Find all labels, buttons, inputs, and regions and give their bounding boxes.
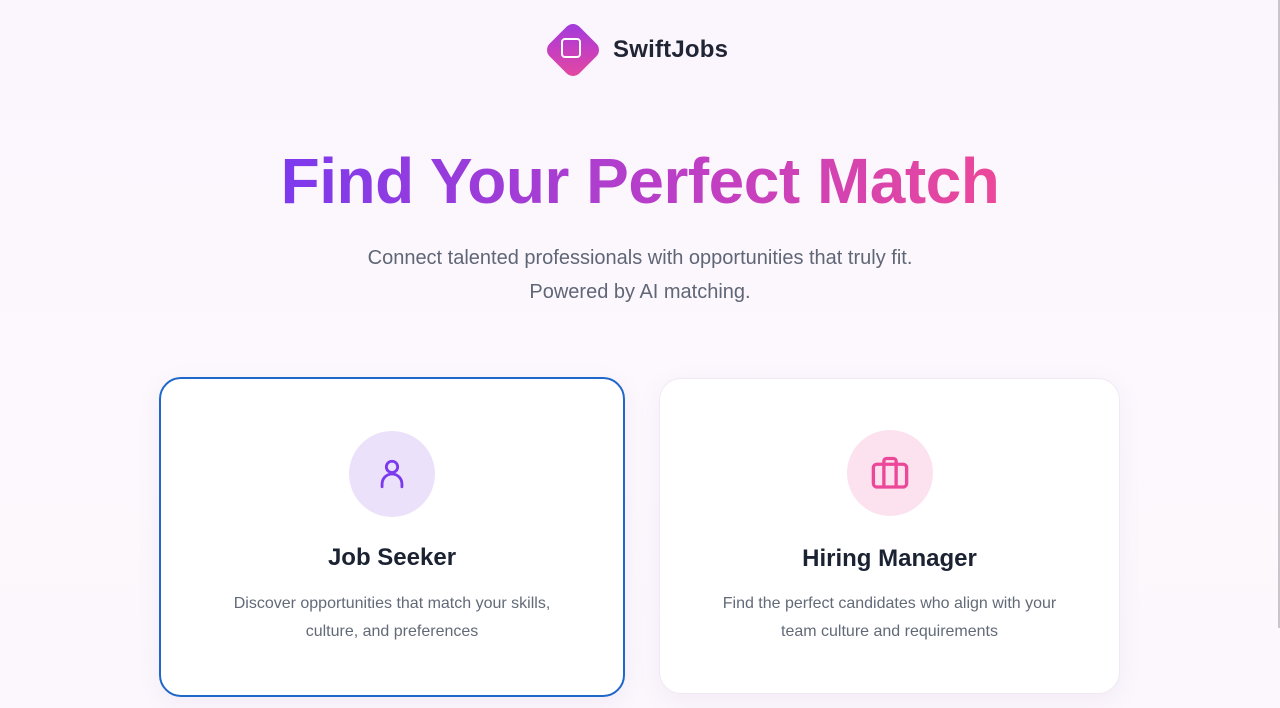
hero-subtitle: Connect talented professionals with oppo… bbox=[0, 241, 1280, 309]
role-card-hiring-manager[interactable]: Hiring Manager Find the perfect candidat… bbox=[659, 378, 1120, 694]
hiring-manager-description: Find the perfect candidates who align wi… bbox=[700, 590, 1079, 646]
logo bbox=[541, 18, 605, 82]
job-seeker-icon-circle bbox=[349, 431, 435, 517]
job-seeker-description: Discover opportunities that match your s… bbox=[201, 590, 583, 646]
user-icon bbox=[380, 459, 404, 489]
rounded-square-icon bbox=[561, 38, 581, 58]
hiring-manager-description-line-2: team culture and requirements bbox=[781, 623, 998, 640]
briefcase-icon bbox=[871, 456, 908, 489]
subtitle-line-2: Powered by AI matching. bbox=[529, 281, 751, 303]
job-seeker-title: Job Seeker bbox=[327, 544, 457, 571]
hero-title-text: Find Your Perfect Match bbox=[280, 145, 1000, 217]
job-seeker-description-line-2: culture, and preferences bbox=[305, 623, 479, 640]
brand-name: SwiftJobs bbox=[613, 36, 729, 63]
hiring-manager-description-line-1: Find the perfect candidates who align wi… bbox=[722, 595, 1057, 612]
subtitle-line-1: Connect talented professionals with oppo… bbox=[367, 247, 913, 269]
hiring-manager-icon-circle bbox=[846, 430, 933, 516]
hero-title: Find Your Perfect Match bbox=[0, 143, 1280, 219]
brand-header: SwiftJobs bbox=[541, 18, 728, 82]
hiring-manager-title: Hiring Manager bbox=[802, 545, 977, 572]
job-seeker-description-line-1: Discover opportunities that match your s… bbox=[233, 595, 551, 612]
role-card-job-seeker[interactable]: Job Seeker Discover opportunities that m… bbox=[159, 377, 625, 697]
